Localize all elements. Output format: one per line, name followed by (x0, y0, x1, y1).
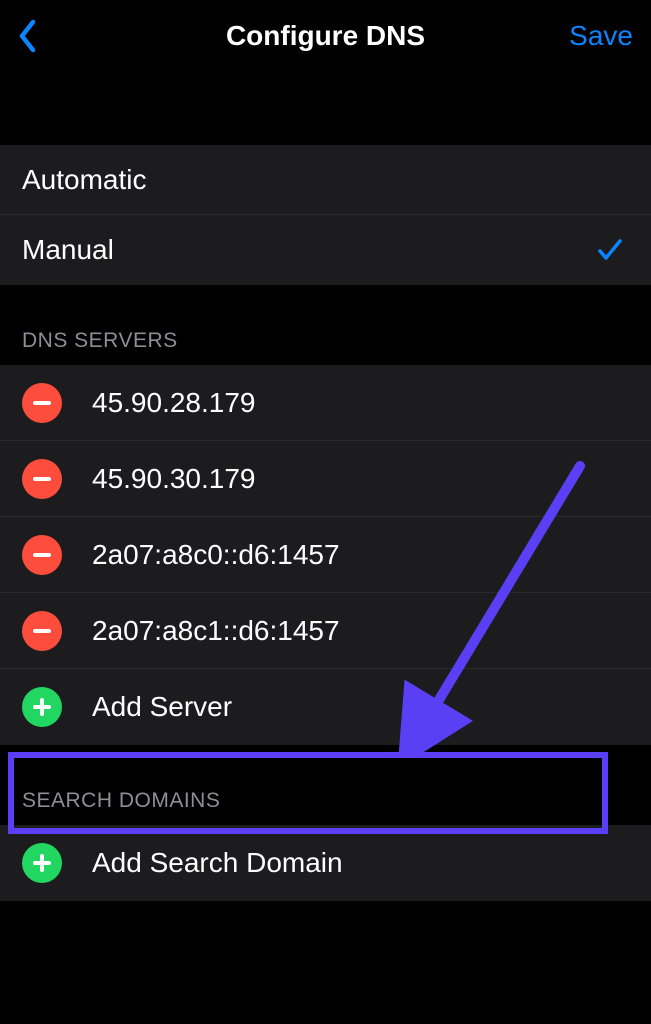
delete-icon[interactable] (22, 459, 62, 499)
dns-server-row[interactable]: 2a07:a8c1::d6:1457 (0, 593, 651, 669)
plus-icon[interactable] (22, 843, 62, 883)
server-address: 45.90.28.179 (92, 387, 256, 419)
server-address: 2a07:a8c0::d6:1457 (92, 539, 340, 571)
add-server-label: Add Server (92, 691, 232, 723)
dns-server-row[interactable]: 45.90.28.179 (0, 365, 651, 441)
search-domains-list: Add Search Domain (0, 825, 651, 901)
checkmark-icon (597, 237, 623, 263)
option-label: Automatic (22, 164, 147, 196)
navigation-bar: Configure DNS Save (0, 0, 651, 72)
mode-selection-group: Automatic Manual (0, 145, 651, 285)
delete-icon[interactable] (22, 611, 62, 651)
plus-icon[interactable] (22, 687, 62, 727)
back-button[interactable] (18, 16, 48, 56)
page-title: Configure DNS (226, 20, 425, 52)
delete-icon[interactable] (22, 383, 62, 423)
delete-icon[interactable] (22, 535, 62, 575)
add-server-row[interactable]: Add Server (0, 669, 651, 745)
section-header-label: DNS SERVERS (22, 329, 178, 352)
dns-server-row[interactable]: 45.90.30.179 (0, 441, 651, 517)
server-address: 45.90.30.179 (92, 463, 256, 495)
save-button[interactable]: Save (569, 20, 633, 52)
server-address: 2a07:a8c1::d6:1457 (92, 615, 340, 647)
add-search-domain-row[interactable]: Add Search Domain (0, 825, 651, 901)
manual-option[interactable]: Manual (0, 215, 651, 285)
dns-servers-list: 45.90.28.179 45.90.30.179 2a07:a8c0::d6:… (0, 365, 651, 745)
chevron-left-icon (18, 19, 36, 53)
spacer (0, 72, 651, 145)
option-label: Manual (22, 234, 114, 266)
dns-server-row[interactable]: 2a07:a8c0::d6:1457 (0, 517, 651, 593)
dns-servers-header: DNS SERVERS (0, 285, 651, 365)
add-search-domain-label: Add Search Domain (92, 847, 343, 879)
automatic-option[interactable]: Automatic (0, 145, 651, 215)
search-domains-header: SEARCH DOMAINS (0, 745, 651, 825)
section-header-label: SEARCH DOMAINS (22, 789, 220, 812)
